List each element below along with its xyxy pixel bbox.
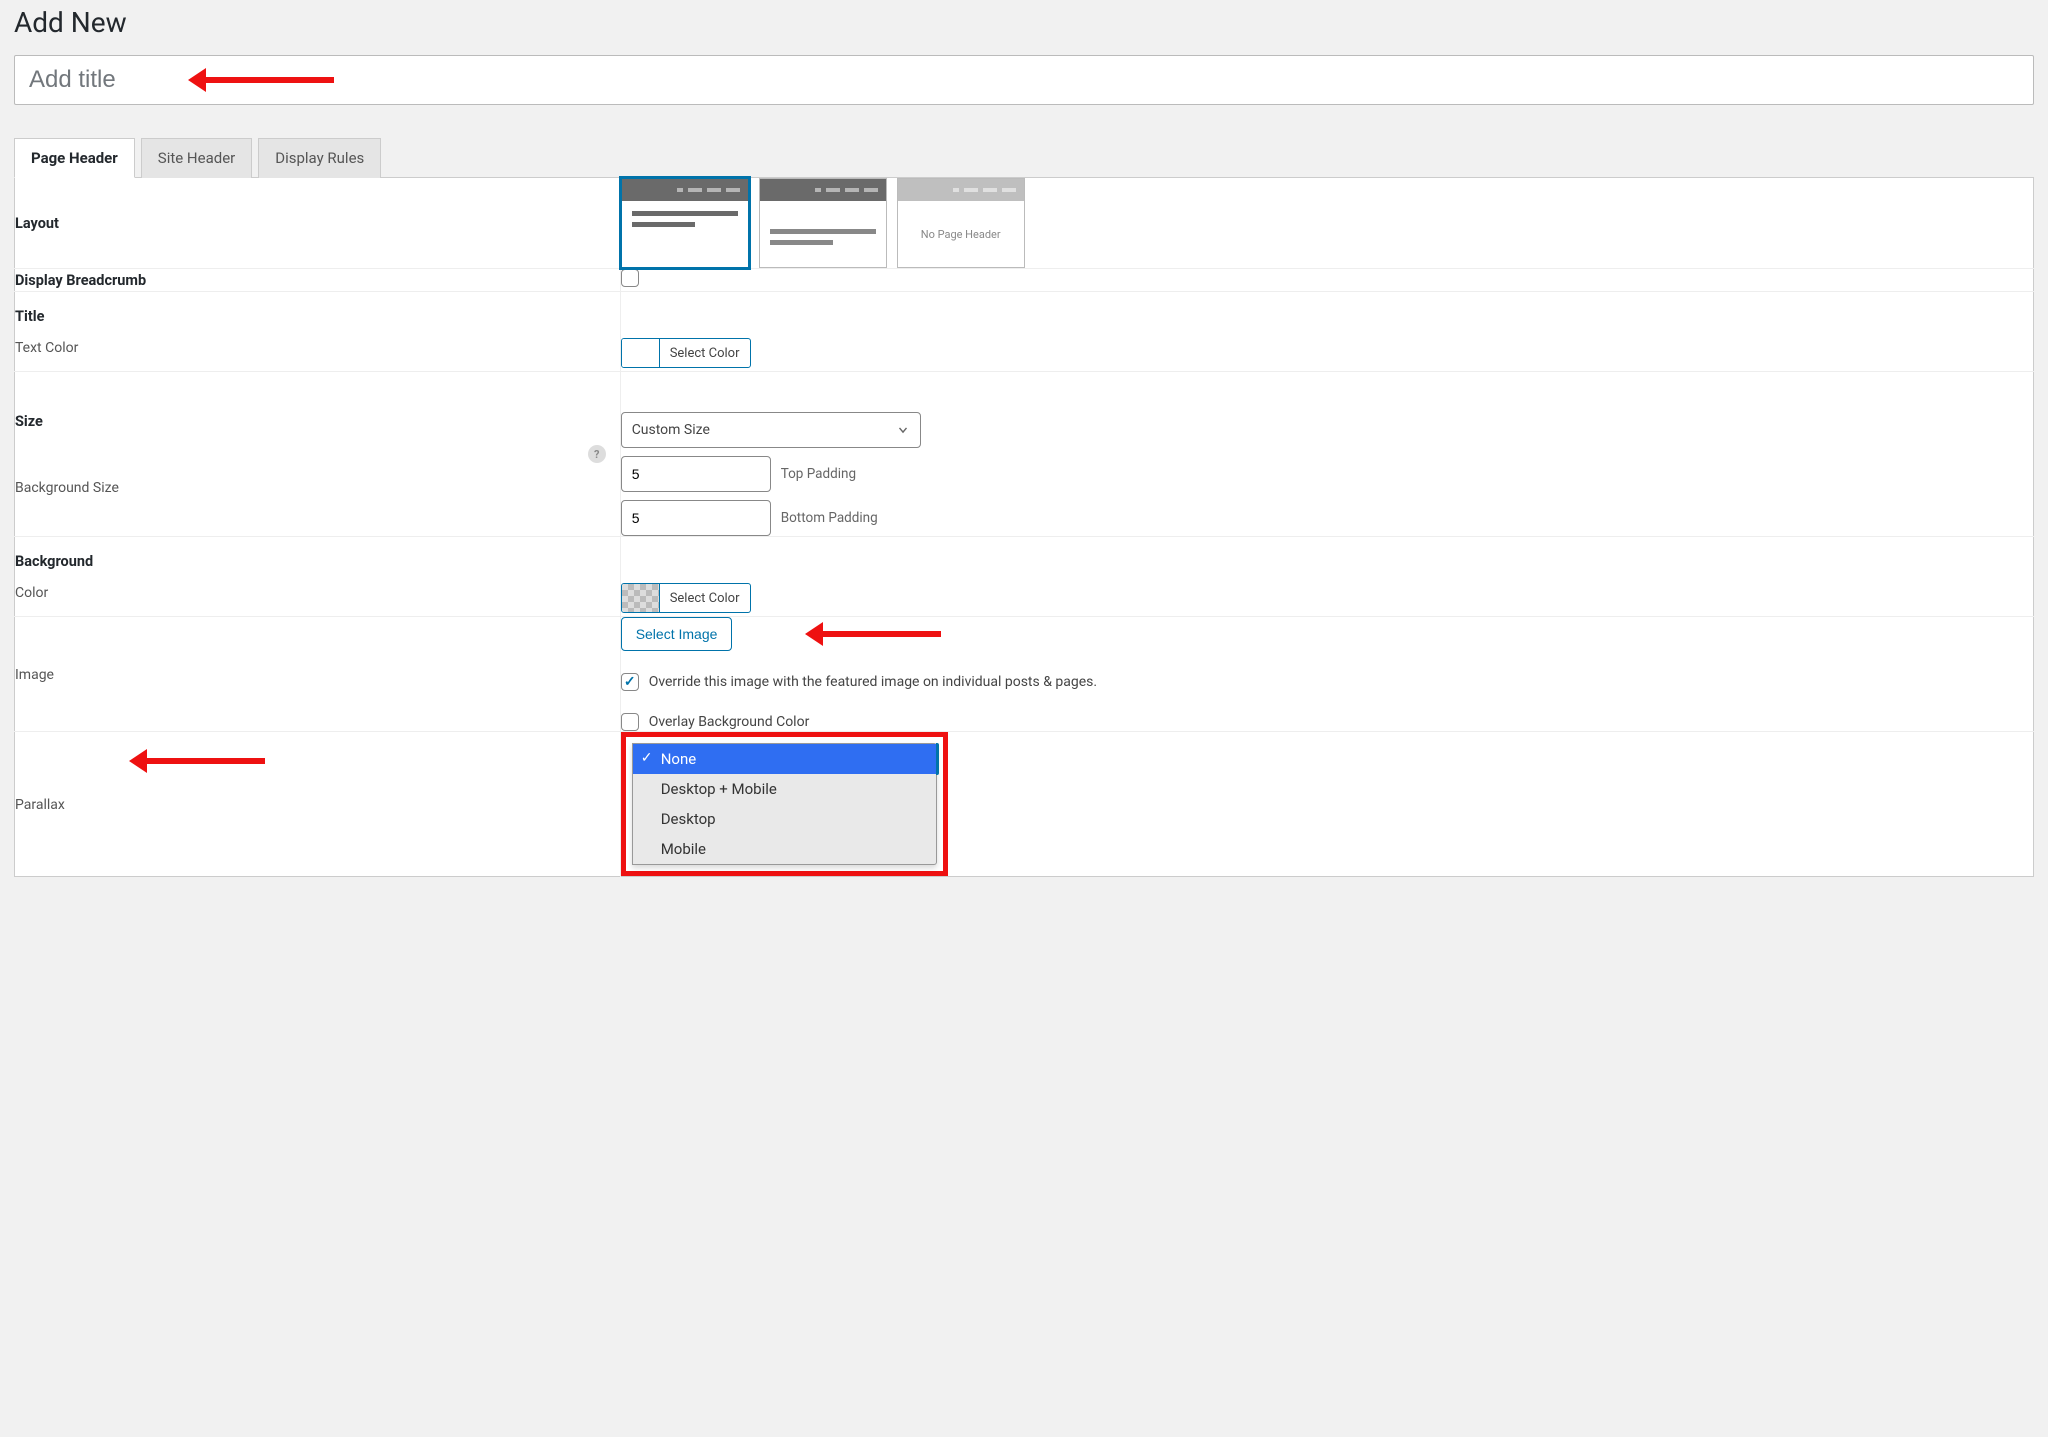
overlay-bg-checkbox[interactable] xyxy=(621,713,639,731)
row-label-bg-size: Background Size xyxy=(15,480,119,496)
top-padding-input[interactable] xyxy=(621,456,771,492)
layout-option-no-page-header[interactable]: No Page Header xyxy=(897,178,1025,268)
row-label-parallax: Parallax xyxy=(15,732,621,877)
row-heading-title: Title xyxy=(15,308,620,325)
row-label-layout: Layout xyxy=(15,178,621,269)
title-input-wrap xyxy=(14,55,2034,105)
layout-thumb-body xyxy=(760,201,886,261)
row-heading-size: Size xyxy=(15,413,620,430)
no-page-header-text: No Page Header xyxy=(898,201,1024,267)
annotation-highlight-box: None Desktop + Mobile Desktop Mobile xyxy=(621,732,948,876)
row-heading-background: Background xyxy=(15,553,620,570)
select-color-label: Select Color xyxy=(660,584,750,612)
row-label-breadcrumb: Display Breadcrumb xyxy=(15,269,621,292)
annotation-arrow xyxy=(135,758,265,764)
override-image-checkbox[interactable] xyxy=(621,673,639,691)
overlay-bg-label: Overlay Background Color xyxy=(649,714,810,730)
tab-site-header[interactable]: Site Header xyxy=(141,138,252,178)
parallax-option-mobile[interactable]: Mobile xyxy=(633,834,936,864)
tab-bar: Page Header Site Header Display Rules xyxy=(14,137,2034,177)
layout-thumb-head xyxy=(898,179,1024,201)
layout-option-header-only[interactable] xyxy=(759,178,887,268)
row-label-text-color: Text Color xyxy=(15,340,78,356)
layout-thumb-head xyxy=(622,179,748,201)
page-title: Add New xyxy=(14,6,2034,39)
layout-options: No Page Header xyxy=(621,178,2033,268)
annotation-arrow xyxy=(194,77,334,83)
parallax-option-desktop-mobile[interactable]: Desktop + Mobile xyxy=(633,774,936,804)
select-image-button[interactable]: Select Image xyxy=(621,617,733,651)
text-color-button[interactable]: Select Color xyxy=(621,338,751,368)
color-swatch-white xyxy=(622,339,660,367)
top-padding-label: Top Padding xyxy=(781,466,856,482)
bg-size-select[interactable]: Custom Size xyxy=(621,412,921,448)
row-label-image: Image xyxy=(15,617,621,732)
layout-thumb-body xyxy=(622,201,748,243)
layout-thumb-head xyxy=(760,179,886,201)
bg-size-select-value: Custom Size xyxy=(632,422,710,438)
help-icon[interactable]: ? xyxy=(588,445,606,463)
settings-table: Layout xyxy=(14,177,2034,877)
override-image-label: Override this image with the featured im… xyxy=(649,674,1097,690)
parallax-option-desktop[interactable]: Desktop xyxy=(633,804,936,834)
layout-option-full-header[interactable] xyxy=(621,178,749,268)
breadcrumb-checkbox[interactable] xyxy=(621,269,639,287)
chevron-down-icon xyxy=(896,423,910,437)
color-swatch-transparent xyxy=(622,584,660,612)
parallax-option-none[interactable]: None xyxy=(633,744,936,774)
select-color-label: Select Color xyxy=(660,339,750,367)
bottom-padding-label: Bottom Padding xyxy=(781,510,878,526)
tab-display-rules[interactable]: Display Rules xyxy=(258,138,381,178)
row-label-bg-color: Color xyxy=(15,585,48,601)
bottom-padding-input[interactable] xyxy=(621,500,771,536)
tab-page-header[interactable]: Page Header xyxy=(14,138,135,178)
parallax-dropdown-open[interactable]: None Desktop + Mobile Desktop Mobile xyxy=(632,743,937,865)
bg-color-button[interactable]: Select Color xyxy=(621,583,751,613)
annotation-arrow xyxy=(811,631,941,637)
